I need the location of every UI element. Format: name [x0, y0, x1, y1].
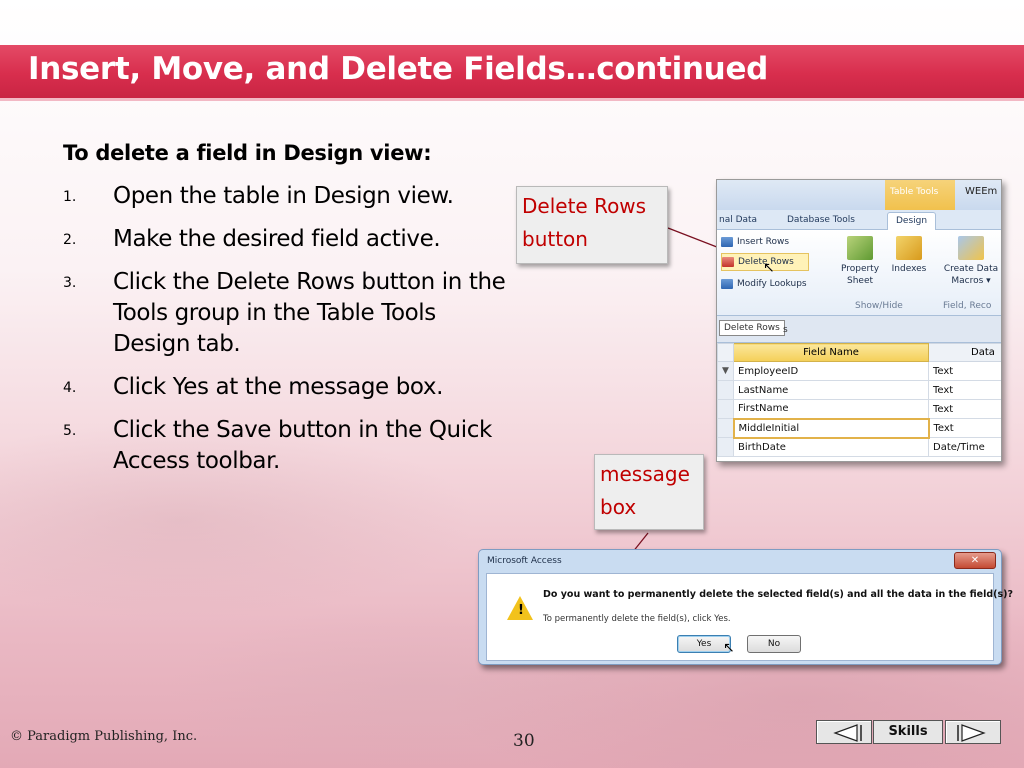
ribbon-tabs: nal Data Database Tools Design	[717, 210, 1001, 231]
group-show-hide: Show/Hide	[855, 301, 903, 311]
create-data-macros-icon	[958, 236, 984, 260]
step-number: 2.	[63, 232, 77, 248]
step-number: 5.	[63, 423, 77, 439]
step-number: 4.	[63, 380, 77, 396]
field-name-cell[interactable]: BirthDate	[733, 437, 929, 457]
dialog-title: Microsoft Access	[487, 556, 562, 566]
create-data-macros-button[interactable]: Create Data Macros ▾	[941, 236, 1001, 287]
no-button[interactable]: No	[747, 635, 801, 653]
step-item: 1. Open the table in Design view.	[63, 181, 533, 212]
insert-rows-icon	[721, 237, 733, 247]
arrow-right-icon	[957, 724, 986, 742]
delete-rows-callout: Delete Rows button	[516, 186, 668, 264]
data-type-cell[interactable]: Text	[928, 380, 1001, 400]
app-title: WEEm	[965, 186, 998, 197]
mouse-cursor-icon: ↖	[723, 640, 735, 656]
group-field-record: Field, Reco	[943, 301, 992, 311]
step-text: Click the Delete Rows button in the Tool…	[113, 269, 506, 357]
message-dialog: Microsoft Access ✕ ! Do you want to perm…	[478, 549, 1013, 665]
field-table: Field Name Data ▼ EmployeeID Text LastNa…	[717, 343, 1001, 457]
next-slide-button[interactable]	[945, 720, 1001, 744]
instructions-heading: To delete a field in Design view:	[63, 141, 432, 165]
delete-rows-tooltip: Delete Rows	[719, 320, 785, 336]
property-sheet-icon	[847, 236, 873, 260]
copyright-notice: © Paradigm Publishing, Inc.	[10, 729, 198, 744]
slide-title: Insert, Move, and Delete Fields…continue…	[28, 51, 769, 87]
page-number: 30	[513, 731, 535, 751]
table-header-row: Field Name Data	[717, 343, 1001, 362]
ribbon-screenshot: Table Tools WEEm nal Data Database Tools…	[716, 179, 1002, 462]
row-selector[interactable]	[717, 418, 734, 438]
indexes-icon	[896, 236, 922, 260]
step-item: 5. Click the Save button in the Quick Ac…	[63, 415, 533, 477]
data-type-cell[interactable]: Date/Time	[928, 437, 1001, 457]
modify-lookups-icon	[721, 279, 733, 289]
tab-design[interactable]: Design	[887, 212, 937, 231]
step-number: 1.	[63, 189, 77, 205]
data-type-cell[interactable]: Text	[928, 399, 1001, 419]
step-item: 3. Click the Delete Rows button in the T…	[63, 267, 533, 360]
document-tab[interactable]: s	[783, 325, 788, 335]
arrow-left-icon	[833, 724, 862, 742]
dialog-question: Do you want to permanently delete the se…	[543, 589, 1013, 600]
table-row[interactable]: LastName Text	[717, 380, 1001, 400]
tab-external-data[interactable]: nal Data	[719, 215, 757, 225]
skills-button[interactable]: Skills	[873, 720, 943, 744]
property-sheet-button[interactable]: Property Sheet	[837, 236, 883, 287]
insert-rows-label: Insert Rows	[737, 237, 790, 247]
table-design-grid: Delete Rows s Field Name Data ▼ Employee…	[717, 316, 1001, 461]
table-tools-label: Table Tools	[890, 187, 939, 197]
step-text: Make the desired field active.	[113, 226, 441, 252]
row-selector[interactable]	[717, 399, 734, 419]
dialog-body: ! Do you want to permanently delete the …	[486, 573, 1013, 661]
step-text: Open the table in Design view.	[113, 183, 454, 209]
data-type-cell[interactable]: Text	[928, 361, 1001, 381]
instructions: To delete a field in Design view: 1. Ope…	[63, 141, 533, 489]
delete-rows-icon	[722, 257, 734, 267]
step-item: 4. Click Yes at the message box.	[63, 372, 533, 403]
data-type-cell[interactable]: Text	[928, 418, 1001, 438]
table-row[interactable]: BirthDate Date/Time	[717, 437, 1001, 457]
indexes-label: Indexes	[891, 264, 927, 274]
property-sheet-label: Property Sheet	[840, 264, 880, 286]
field-name-cell[interactable]: MiddleInitial	[732, 417, 930, 439]
previous-slide-button[interactable]	[816, 720, 872, 744]
modify-lookups-label: Modify Lookups	[737, 279, 807, 289]
step-item: 2. Make the desired field active.	[63, 224, 533, 255]
field-name-cell[interactable]: FirstName	[733, 399, 929, 419]
ribbon-title-strip	[717, 180, 1001, 210]
column-header-field-name[interactable]: Field Name	[733, 343, 929, 362]
mouse-cursor-icon: ↖	[763, 260, 775, 276]
message-box-callout: message box	[594, 454, 704, 530]
document-tab-strip: Delete Rows s	[717, 316, 1001, 343]
row-selector[interactable]	[717, 380, 734, 400]
tab-database-tools[interactable]: Database Tools	[787, 215, 855, 225]
table-row[interactable]: FirstName Text	[717, 399, 1001, 419]
ribbon-body: Insert Rows Delete Rows Modify Lookups ↖…	[717, 230, 1001, 316]
step-text: Click the Save button in the Quick Acces…	[113, 417, 492, 474]
title-bar: Insert, Move, and Delete Fields…continue…	[0, 45, 1024, 101]
create-data-macros-label: Create Data Macros ▾	[943, 264, 999, 286]
field-name-cell[interactable]: LastName	[733, 380, 929, 400]
close-icon[interactable]: ✕	[954, 552, 996, 569]
table-row[interactable]: ▼ EmployeeID Text	[717, 361, 1001, 381]
row-selector-header	[717, 343, 734, 362]
row-selector[interactable]: ▼	[717, 361, 734, 381]
dialog-hint: To permanently delete the field(s), clic…	[543, 614, 731, 624]
indexes-button[interactable]: Indexes	[887, 236, 931, 275]
step-number: 3.	[63, 275, 77, 291]
step-text: Click Yes at the message box.	[113, 374, 443, 400]
warning-exclamation-icon: !	[518, 603, 524, 618]
insert-rows-button[interactable]: Insert Rows	[721, 233, 789, 251]
column-header-data-type[interactable]: Data	[928, 343, 1001, 362]
step-list: 1. Open the table in Design view. 2. Mak…	[63, 181, 533, 477]
modify-lookups-button[interactable]: Modify Lookups	[721, 275, 807, 293]
row-selector[interactable]	[717, 437, 734, 457]
table-row-active[interactable]: MiddleInitial Text	[717, 417, 1001, 439]
field-name-cell[interactable]: EmployeeID	[733, 361, 929, 381]
